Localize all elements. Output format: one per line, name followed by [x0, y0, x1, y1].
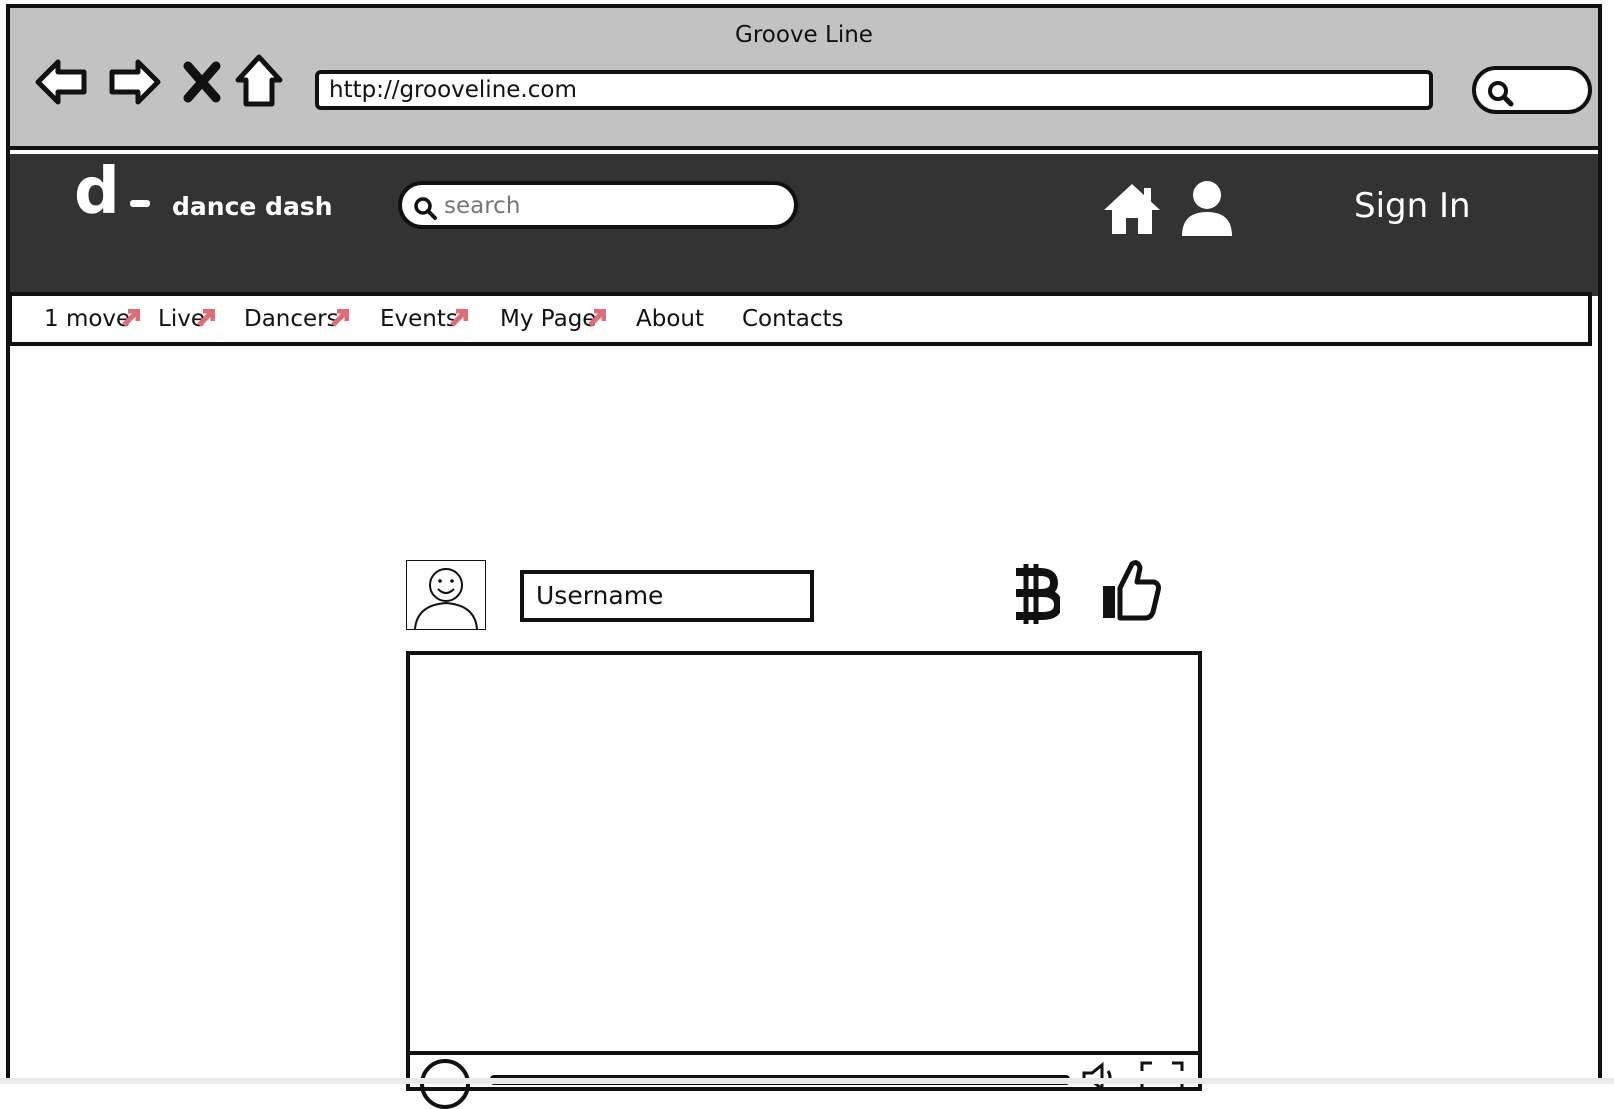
username-field[interactable]: Username	[520, 570, 814, 622]
url-bar[interactable]: http://grooveline.com	[315, 70, 1433, 110]
menu-item-contacts[interactable]: Contacts	[742, 306, 843, 332]
chrome-search-field[interactable]	[1472, 66, 1592, 114]
menu-item-about[interactable]: About	[636, 306, 704, 332]
menu-item-label: My Page	[500, 306, 597, 332]
external-link-icon	[122, 307, 141, 327]
menu-item-live[interactable]: Live	[158, 306, 216, 332]
logo-dash	[130, 200, 150, 207]
menu-bar: 1 move Live Dancers Events My Page About…	[8, 292, 1592, 346]
home-outline-icon[interactable]	[234, 52, 284, 112]
search-icon	[414, 197, 437, 220]
video-controls	[410, 1051, 1198, 1109]
user-icon[interactable]	[1180, 180, 1234, 238]
page-bottom-edge	[0, 1078, 1614, 1084]
menu-item-label: Events	[380, 306, 458, 332]
external-link-icon	[197, 307, 216, 327]
window-title: Groove Line	[735, 22, 873, 48]
site-search	[398, 181, 798, 229]
avatar-icon	[414, 568, 478, 630]
search-input[interactable]	[442, 189, 786, 223]
close-x-icon[interactable]	[182, 52, 222, 112]
logo-letter: d	[74, 155, 120, 229]
search-icon	[1488, 81, 1514, 107]
thumbs-up-icon[interactable]	[1100, 558, 1162, 622]
volume-icon[interactable]	[1082, 1061, 1122, 1091]
sign-in-link[interactable]: Sign In	[1354, 186, 1471, 226]
menu-item-my-page[interactable]: My Page	[500, 306, 607, 332]
external-link-icon	[588, 307, 607, 327]
play-icon[interactable]	[420, 1059, 470, 1109]
home-icon[interactable]	[1102, 182, 1162, 236]
fullscreen-icon[interactable]	[1140, 1061, 1184, 1091]
menu-item-dancers[interactable]: Dancers	[244, 306, 350, 332]
back-arrow-icon[interactable]	[32, 52, 92, 112]
avatar	[406, 560, 486, 630]
external-link-icon	[330, 307, 350, 327]
external-link-icon	[450, 307, 469, 327]
bitcoin-icon[interactable]	[1012, 562, 1060, 626]
logo-text: dance dash	[172, 192, 333, 221]
menu-item-label: Dancers	[244, 306, 339, 332]
forward-arrow-icon[interactable]	[104, 52, 164, 112]
video-player[interactable]	[406, 651, 1202, 1109]
menu-item-label: 1 move	[44, 306, 131, 332]
menu-item-events[interactable]: Events	[380, 306, 469, 332]
browser-chrome: Groove Line http://grooveline.com	[10, 8, 1598, 150]
menu-item-1-move[interactable]: 1 move	[44, 306, 141, 332]
